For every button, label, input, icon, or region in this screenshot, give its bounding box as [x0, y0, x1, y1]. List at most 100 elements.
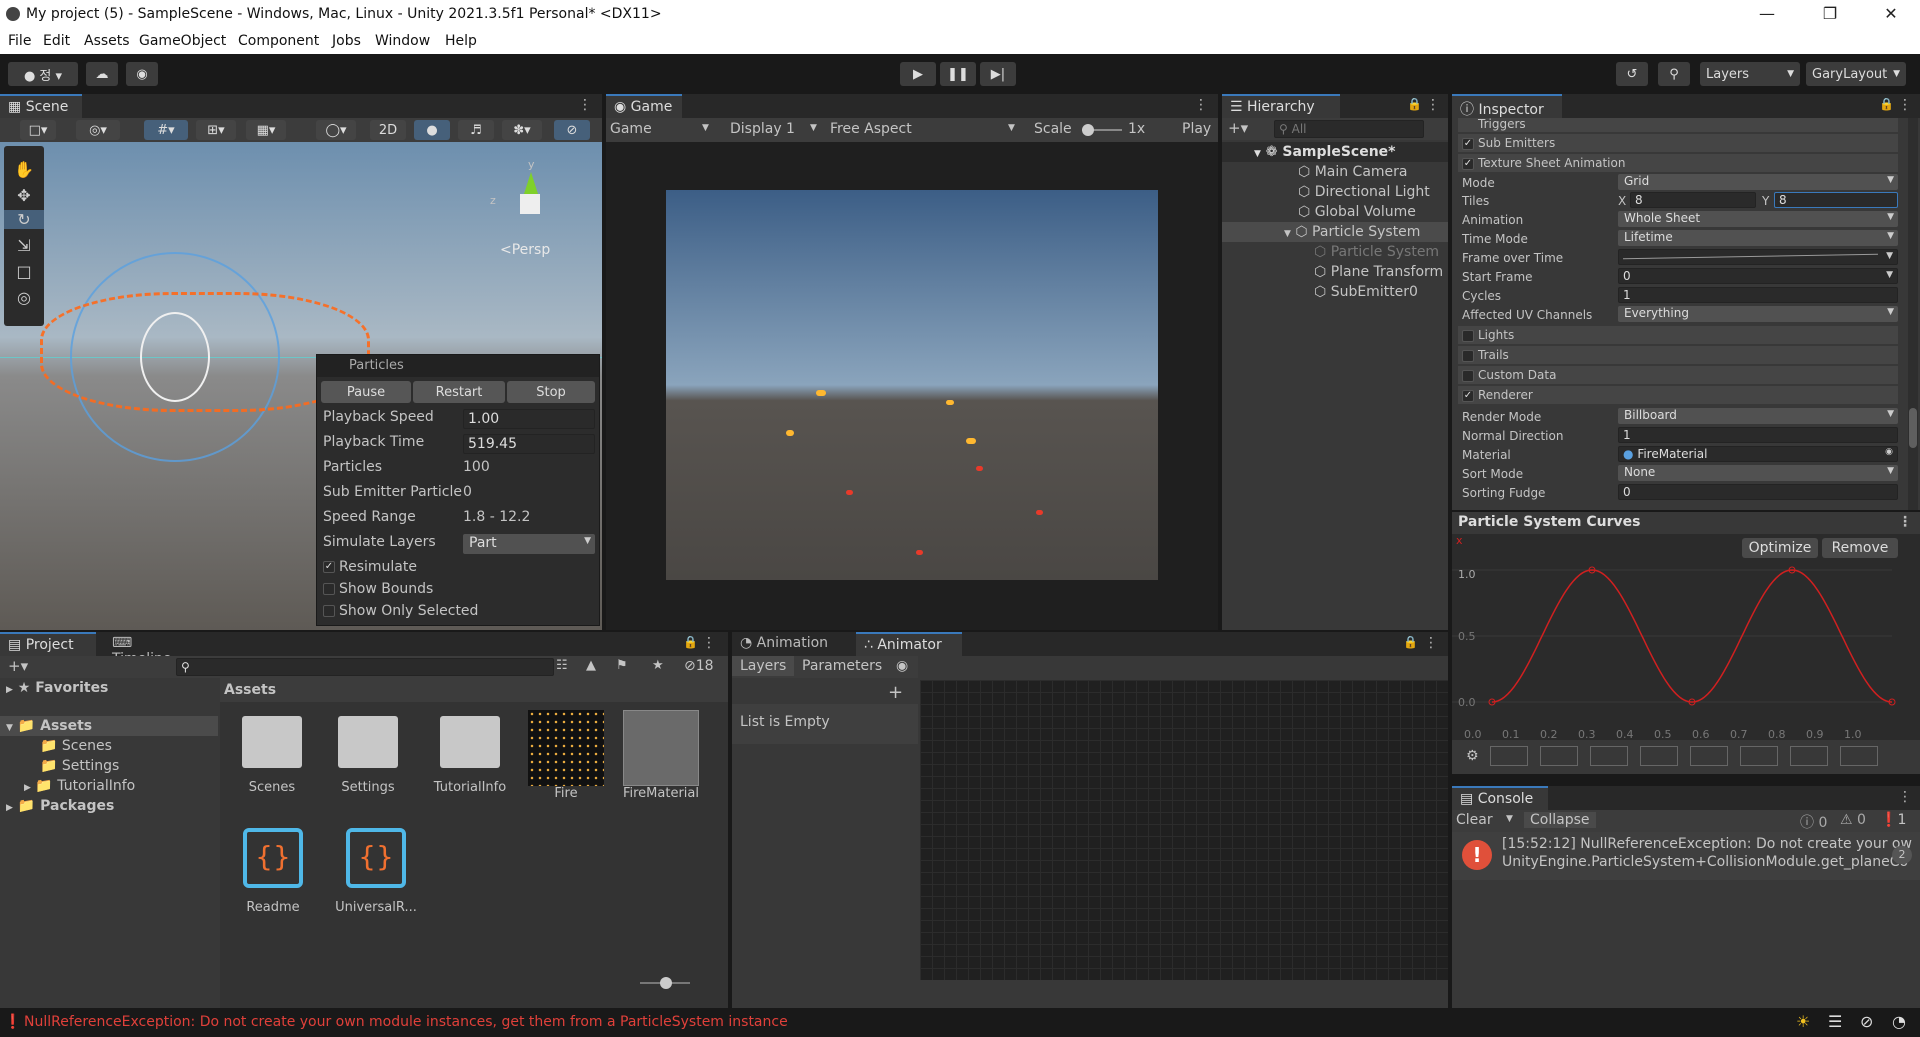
playback-time-field[interactable]: 519.45: [463, 434, 595, 454]
menu-window[interactable]: Window: [375, 33, 430, 49]
tree-folder-settings[interactable]: 📁 Settings: [0, 756, 218, 776]
expand-icon[interactable]: ▼: [1254, 149, 1261, 159]
uv-channels-dropdown[interactable]: Everything ▼: [1618, 306, 1898, 322]
tab-inspector[interactable]: ⓘ Inspector: [1452, 94, 1562, 118]
lock-icon[interactable]: 🔒: [1407, 97, 1422, 111]
restart-particles-button[interactable]: Restart: [413, 381, 505, 403]
play-mode-dropdown[interactable]: Play: [1182, 121, 1211, 137]
lightbulb-icon[interactable]: ☀: [1796, 1012, 1810, 1031]
menu-help[interactable]: Help: [445, 33, 477, 49]
module-custom-data[interactable]: Custom Data: [1458, 366, 1898, 384]
zoom-slider[interactable]: [640, 977, 690, 989]
pause-button[interactable]: ❚❚: [940, 62, 976, 86]
tree-folder-scenes[interactable]: 📁 Scenes: [0, 736, 218, 756]
scale-slider-handle[interactable]: [1082, 124, 1094, 136]
checkbox-checked-icon[interactable]: ✓: [1462, 389, 1474, 402]
sort-mode-dropdown[interactable]: None ▼: [1618, 465, 1898, 481]
close-icon[interactable]: ✕: [1876, 4, 1906, 23]
scrollbar-thumb[interactable]: [1909, 408, 1917, 448]
material-field[interactable]: ● FireMaterial ◉: [1618, 446, 1898, 462]
animator-graph[interactable]: [920, 680, 1448, 980]
pause-particles-button[interactable]: Pause: [321, 381, 411, 403]
show-bounds-toggle[interactable]: Show Bounds: [323, 581, 595, 603]
asset-item[interactable]: Settings: [336, 716, 400, 795]
audio-icon[interactable]: ♬: [458, 120, 494, 140]
collapse-icon[interactable]: ▶: [24, 783, 31, 793]
object-picker-icon[interactable]: ◉: [1885, 447, 1893, 457]
aspect-dropdown[interactable]: Free Aspect: [830, 121, 912, 137]
curve-graph[interactable]: 1.0 0.5 0.0 0.0 0.1 0.2 0.3 0.4 0.5 0.6 …: [1452, 560, 1920, 740]
asset-item[interactable]: Scenes: [240, 716, 304, 795]
tree-folder-tutorialinfo[interactable]: ▶ 📁 TutorialInfo: [0, 776, 218, 796]
checkbox-checked-icon[interactable]: ✓: [323, 561, 335, 573]
rotate-tool-icon[interactable]: ↻: [4, 210, 44, 229]
gizmo-center-icon[interactable]: [520, 194, 540, 214]
checkbox-checked-icon[interactable]: ✓: [1462, 157, 1474, 170]
time-mode-dropdown[interactable]: Lifetime ▼: [1618, 230, 1898, 246]
effects-icon[interactable]: ✽▾: [502, 120, 542, 140]
add-layer-icon[interactable]: +: [888, 682, 903, 703]
curve-close-icon[interactable]: x: [1456, 534, 1463, 547]
gear-icon[interactable]: ⚙: [1466, 748, 1479, 764]
warn-filter[interactable]: ⚠ 0: [1840, 812, 1866, 828]
tab-scene[interactable]: ▦ Scene: [0, 94, 82, 118]
layers-tab[interactable]: Layers: [732, 656, 795, 676]
hierarchy-item-plane-transform[interactable]: ⬡ Plane Transform: [1222, 262, 1448, 282]
tab-hierarchy[interactable]: ☰ Hierarchy: [1222, 94, 1340, 118]
asset-item[interactable]: FireMaterial: [616, 710, 706, 801]
game-view[interactable]: [666, 190, 1158, 580]
shading-icon[interactable]: ◯▾: [316, 120, 356, 140]
expand-icon[interactable]: ▼: [1284, 229, 1291, 239]
inspector-menu-icon[interactable]: ⋮: [1898, 97, 1912, 113]
menu-edit[interactable]: Edit: [43, 33, 70, 49]
game-mode-dropdown[interactable]: Game: [610, 121, 652, 137]
add-icon[interactable]: +▾: [1228, 119, 1248, 137]
checkbox-icon[interactable]: [1462, 369, 1474, 382]
eye-icon[interactable]: ◉: [896, 658, 908, 674]
tiles-x-field[interactable]: 8: [1630, 192, 1756, 208]
scene-menu-icon[interactable]: ⋮: [578, 97, 592, 113]
console-menu-icon[interactable]: ⋮: [1898, 789, 1912, 805]
search-by-type-icon[interactable]: ☷: [556, 658, 568, 673]
module-trails[interactable]: Trails: [1458, 346, 1898, 364]
cloud-icon[interactable]: ☁: [86, 62, 118, 86]
module-sub-emitters[interactable]: ✓ Sub Emitters: [1458, 134, 1898, 152]
info-filter[interactable]: ⓘ 0: [1800, 812, 1827, 832]
add-icon[interactable]: +▾: [8, 657, 28, 675]
hierarchy-item-particle-system-child[interactable]: ⬡ Particle System: [1222, 242, 1448, 262]
gizmo-y-cone-icon[interactable]: [524, 172, 538, 194]
expand-icon[interactable]: ▼: [6, 723, 13, 733]
collapse-button[interactable]: Collapse: [1524, 812, 1596, 828]
simulate-layers-dropdown[interactable]: Part ▼: [463, 534, 595, 554]
console-entry[interactable]: ! [15:52:12] NullReferenceException: Do …: [1452, 832, 1920, 880]
lock-icon[interactable]: 🔒: [1403, 635, 1418, 649]
snap-increment-icon[interactable]: ⊞▾: [196, 120, 236, 140]
lighting-icon[interactable]: ●: [414, 120, 450, 140]
hidden-objects-icon[interactable]: ⊘: [554, 120, 590, 140]
show-only-selected-toggle[interactable]: Show Only Selected: [323, 603, 595, 625]
mode-2d-button[interactable]: 2D: [370, 120, 406, 140]
asset-item[interactable]: {} UniversalR...: [334, 828, 418, 915]
preset-ease-in-icon[interactable]: [1640, 746, 1678, 766]
remove-button[interactable]: Remove: [1822, 538, 1898, 558]
asset-item[interactable]: {} Readme: [238, 828, 308, 915]
hierarchy-item-global-volume[interactable]: ⬡ Global Volume: [1222, 202, 1448, 222]
tab-project[interactable]: ▤ Project: [0, 632, 96, 656]
module-renderer[interactable]: ✓ Renderer: [1458, 386, 1898, 404]
stop-particles-button[interactable]: Stop: [507, 381, 595, 403]
scale-slider[interactable]: [1082, 124, 1122, 136]
transform-tool-icon[interactable]: ◎: [4, 288, 44, 307]
hierarchy-item-particle-system[interactable]: ▼ ⬡ Particle System: [1222, 222, 1448, 242]
preset-linear-up-icon[interactable]: [1540, 746, 1578, 766]
favorite-icon[interactable]: ★: [652, 658, 664, 673]
search-by-label-icon[interactable]: ▲: [586, 658, 596, 673]
curves-menu-icon[interactable]: ⋮: [1898, 514, 1912, 530]
tree-assets[interactable]: ▼ 📁 Assets: [0, 716, 218, 736]
preset-ease-out-icon[interactable]: [1690, 746, 1728, 766]
collab-icon[interactable]: ◉: [126, 62, 158, 86]
checkbox-icon[interactable]: [1462, 329, 1474, 342]
layout-dropdown[interactable]: GaryLayout ▼: [1806, 62, 1906, 86]
scale-tool-icon[interactable]: ⇲: [4, 236, 44, 255]
menu-file[interactable]: File: [8, 33, 31, 49]
status-message[interactable]: NullReferenceException: Do not create yo…: [24, 1014, 788, 1030]
